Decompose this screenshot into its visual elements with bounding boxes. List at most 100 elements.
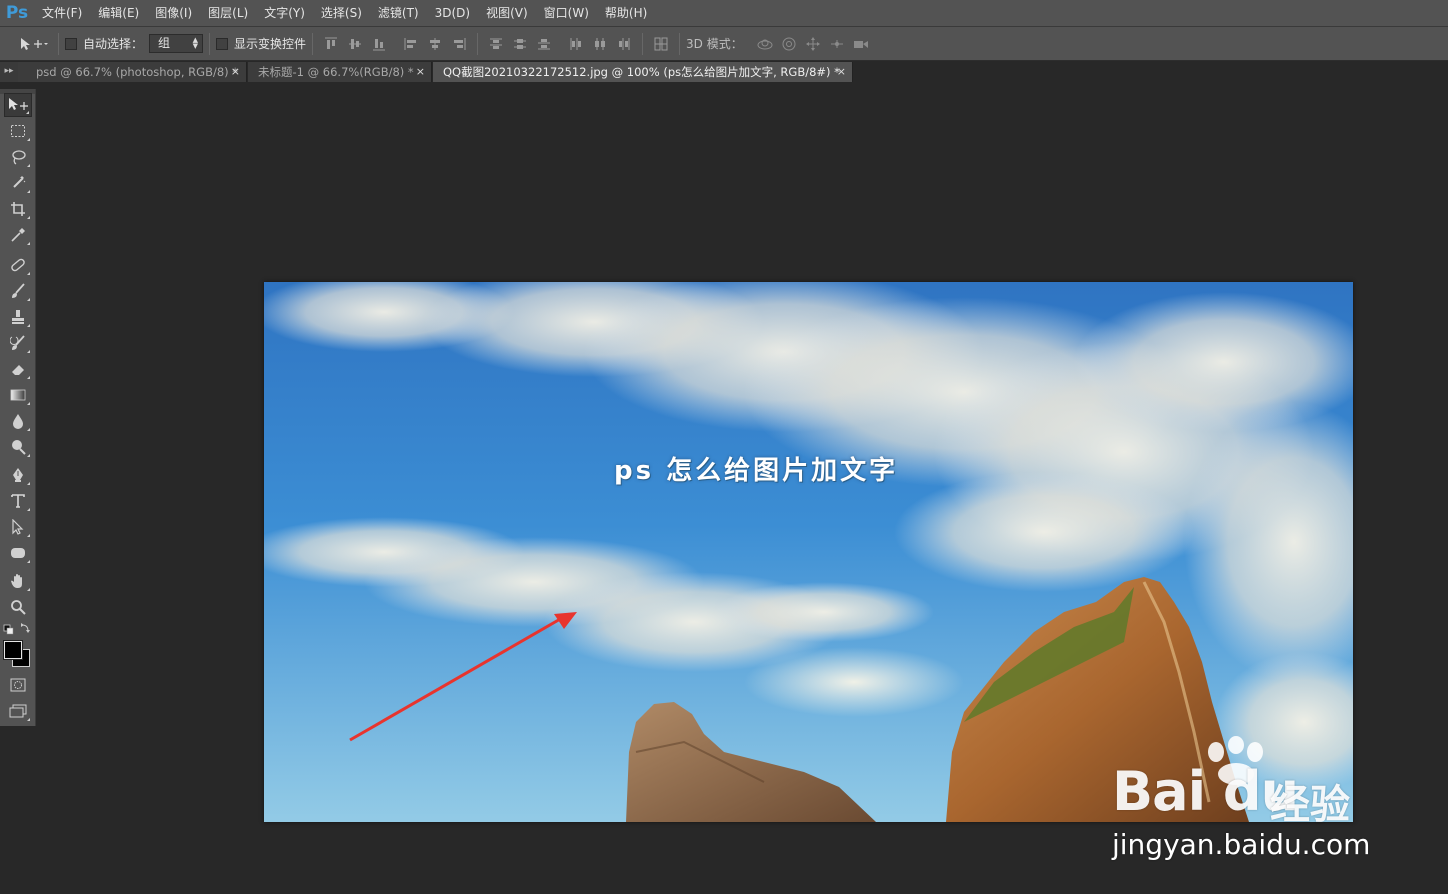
eraser-tool[interactable] — [4, 357, 32, 381]
dropdown-arrows-icon: ▲ ▼ — [192, 36, 199, 50]
align-left-icon[interactable] — [401, 34, 421, 54]
menu-image[interactable]: 图像(I) — [147, 0, 200, 27]
panel-collapse-icon[interactable]: ▸▸ — [0, 62, 18, 82]
history-brush-tool[interactable] — [4, 331, 32, 355]
screen-mode-icon — [9, 704, 27, 718]
menu-bar: Ps 文件(F) 编辑(E) 图像(I) 图层(L) 文字(Y) 选择(S) 滤… — [0, 0, 1448, 27]
overlay-title-text: ps 怎么给图片加文字 — [614, 456, 899, 486]
tab-close-icon[interactable]: × — [416, 62, 425, 82]
crop-icon — [11, 202, 25, 216]
document-tabs: ▸▸ psd @ 66.7% (photoshop, RGB/8) * × 未标… — [0, 62, 1448, 82]
3d-scale-icon[interactable] — [851, 34, 871, 54]
screen-mode[interactable] — [4, 699, 32, 723]
distribute-top-icon[interactable] — [486, 34, 506, 54]
magic-wand-icon — [13, 176, 26, 188]
stamp-icon — [12, 310, 24, 324]
brush-tool[interactable] — [4, 279, 32, 303]
menu-view[interactable]: 视图(V) — [478, 0, 536, 27]
distribute-bottom-icon[interactable] — [534, 34, 554, 54]
auto-align-layers-icon[interactable] — [651, 34, 671, 54]
gradient-icon — [10, 389, 26, 401]
lasso-tool[interactable] — [4, 145, 32, 169]
distribute-right-icon[interactable] — [614, 34, 634, 54]
jingyan-text: 经验 — [1270, 782, 1350, 828]
auto-select-checkbox[interactable] — [65, 37, 77, 50]
menu-3d[interactable]: 3D(D) — [427, 0, 478, 27]
eyedropper-icon — [11, 228, 25, 242]
tab-close-icon[interactable]: × — [231, 62, 240, 82]
tab-psd[interactable]: psd @ 66.7% (photoshop, RGB/8) * × — [18, 62, 247, 82]
distribute-vcenter-icon[interactable] — [510, 34, 530, 54]
tab-close-icon[interactable]: × — [837, 62, 846, 82]
rectangle-marquee-icon — [11, 125, 25, 137]
healing-brush-tool[interactable] — [4, 253, 32, 277]
history-brush-icon — [10, 335, 25, 350]
menu-filter[interactable]: 滤镜(T) — [370, 0, 427, 27]
auto-select-value: 组 — [158, 36, 171, 50]
shape-tool[interactable] — [4, 541, 32, 565]
color-swatches[interactable] — [2, 639, 32, 669]
baidu-jingyan-watermark: Bai du 经验 jingyan.baidu.com — [1108, 736, 1408, 866]
foreground-color-swatch[interactable] — [3, 640, 23, 660]
path-select-arrow-icon — [12, 519, 24, 535]
marquee-tool[interactable] — [4, 119, 32, 143]
magic-wand-tool[interactable] — [4, 171, 32, 195]
show-transform-checkbox[interactable] — [216, 37, 229, 50]
zoom-tool[interactable] — [4, 595, 32, 619]
gradient-tool[interactable] — [4, 383, 32, 407]
options-bar: 自动选择： 组 ▲ ▼ 显示变换控件 3D 模式： — [0, 27, 1448, 61]
eyedropper-tool[interactable] — [4, 223, 32, 247]
move-tool-preset-icon[interactable] — [16, 34, 50, 54]
3d-mode-label: 3D 模式： — [686, 37, 743, 51]
type-t-icon — [11, 494, 25, 508]
distribute-hcenter-icon[interactable] — [590, 34, 610, 54]
dodge-tool[interactable] — [4, 435, 32, 459]
3d-pan-icon[interactable] — [803, 34, 823, 54]
show-transform-label: 显示变换控件 — [234, 37, 307, 51]
tab-title: 未标题-1 @ 66.7%(RGB/8) * — [258, 65, 414, 79]
blur-tool[interactable] — [4, 409, 32, 433]
rounded-rectangle-icon — [11, 548, 25, 558]
menu-help[interactable]: 帮助(H) — [597, 0, 655, 27]
separator — [679, 32, 681, 55]
type-tool[interactable] — [4, 489, 32, 513]
separator — [477, 32, 479, 55]
clone-stamp-tool[interactable] — [4, 305, 32, 329]
color-swap-controls — [2, 621, 34, 635]
tab-untitled-1[interactable]: 未标题-1 @ 66.7%(RGB/8) * × — [248, 62, 432, 82]
3d-orbit-icon[interactable] — [755, 34, 775, 54]
align-hcenter-icon[interactable] — [425, 34, 445, 54]
water-drop-icon — [13, 414, 23, 429]
auto-select-dropdown[interactable]: 组 ▲ ▼ — [149, 34, 204, 53]
separator — [642, 32, 644, 55]
hand-tool[interactable] — [4, 569, 32, 593]
align-right-icon[interactable] — [449, 34, 469, 54]
lasso-icon — [12, 150, 26, 165]
menu-edit[interactable]: 编辑(E) — [90, 0, 147, 27]
path-selection-tool[interactable] — [4, 515, 32, 539]
distribute-left-icon[interactable] — [566, 34, 586, 54]
menu-select[interactable]: 选择(S) — [313, 0, 370, 27]
menu-file[interactable]: 文件(F) — [34, 0, 90, 27]
3d-slide-icon[interactable] — [827, 34, 847, 54]
menu-type[interactable]: 文字(Y) — [256, 0, 313, 27]
move-tool[interactable] — [4, 93, 32, 117]
tab-qq-screenshot[interactable]: QQ截图20210322172512.jpg @ 100% (ps怎么给图片加文… — [433, 62, 853, 82]
bandage-icon — [11, 258, 25, 272]
auto-select-label: 自动选择： — [83, 37, 144, 51]
align-top-icon[interactable] — [321, 34, 341, 54]
separator — [209, 32, 211, 55]
pen-tool[interactable] — [4, 463, 32, 487]
dodge-icon — [12, 440, 26, 455]
align-bottom-icon[interactable] — [369, 34, 389, 54]
menu-window[interactable]: 窗口(W) — [536, 0, 597, 27]
quick-mask-mode[interactable] — [4, 673, 32, 697]
menu-layer[interactable]: 图层(L) — [200, 0, 256, 27]
crop-tool[interactable] — [4, 197, 32, 221]
pen-icon — [13, 468, 23, 482]
3d-roll-icon[interactable] — [779, 34, 799, 54]
align-vcenter-icon[interactable] — [345, 34, 365, 54]
tab-title: psd @ 66.7% (photoshop, RGB/8) * — [36, 65, 239, 79]
separator — [58, 32, 59, 55]
eraser-icon — [12, 365, 24, 375]
